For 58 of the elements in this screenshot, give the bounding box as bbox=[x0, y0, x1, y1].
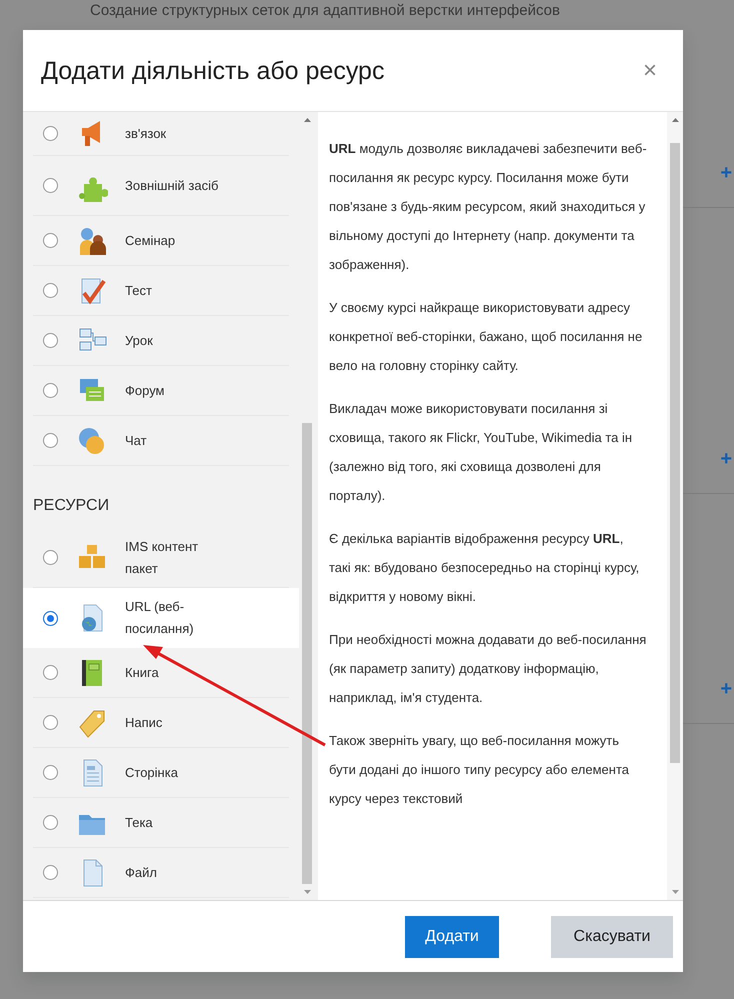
list-item[interactable]: Тест bbox=[33, 266, 289, 316]
radio-button[interactable] bbox=[43, 126, 58, 141]
scroll-down-icon[interactable] bbox=[672, 890, 678, 894]
radio-button[interactable] bbox=[43, 815, 58, 830]
radio-button[interactable] bbox=[43, 550, 58, 565]
item-label: IMS контент пакет bbox=[125, 538, 200, 578]
item-label: зв'язок bbox=[125, 124, 166, 142]
radio-button[interactable] bbox=[43, 233, 58, 248]
list-item[interactable]: Урок bbox=[33, 316, 289, 366]
item-label: Книга bbox=[125, 664, 159, 682]
list-item[interactable]: Сторінка bbox=[33, 748, 289, 798]
radio-button[interactable] bbox=[43, 383, 58, 398]
radio-button[interactable] bbox=[43, 765, 58, 780]
radio-button[interactable] bbox=[43, 665, 58, 680]
description-paragraph: URL модуль дозволяє викладачеві забезпечити веб-посилання як ресурс курсу. Посилання може бути пов'язане з будь-яким ресурсом, який знаходиться у вільному доступі до Інтернету (напр. документи та зображення). bbox=[329, 140, 647, 274]
description-paragraph: У своєму курсі найкраще використовувати адресу конкретної веб-сторінки, бажано, щоб посилання не вело на головну сторінку сайту. bbox=[329, 299, 644, 375]
list-item[interactable]: Напис bbox=[33, 698, 289, 748]
radio-button[interactable] bbox=[43, 283, 58, 298]
item-label: Урок bbox=[125, 332, 153, 350]
scrollbar-thumb[interactable] bbox=[670, 143, 680, 764]
item-label: URL (веб-посилання) bbox=[125, 598, 195, 638]
radio-button[interactable] bbox=[43, 610, 58, 626]
add-button[interactable]: Додати bbox=[405, 916, 499, 958]
list-item[interactable]: зв'язок bbox=[33, 112, 289, 156]
list-item[interactable]: Файл bbox=[33, 848, 289, 898]
item-label: Зовнішній засіб bbox=[125, 176, 218, 194]
background-heading: Создание структурных сеток для адаптивной верстки интерфейсов bbox=[89, 1, 561, 21]
description-paragraph: Також зверніть увагу, що веб-посилання можуть бути додані до іншого типу ресурсу або елемента курсу через текстовий bbox=[329, 732, 630, 808]
item-label: Семінар bbox=[125, 232, 176, 250]
item-label: Чат bbox=[125, 432, 147, 450]
close-button[interactable]: × bbox=[638, 58, 661, 82]
description-paragraph: При необхідності можна додавати до веб-посилання (як параметр запиту) додаткову інформацію, наприклад, ім'я студента. bbox=[329, 631, 647, 707]
radio-button[interactable] bbox=[43, 433, 58, 448]
radio-button[interactable] bbox=[43, 178, 58, 193]
list-item[interactable]: Форум bbox=[33, 366, 289, 416]
scroll-down-icon[interactable] bbox=[304, 890, 310, 894]
description-paragraph: Викладач може використовувати посилання зі сховища, такого як Flickr, YouTube, Wikimedia та ін (залежно від того, які сховища дозволені для порталу). bbox=[329, 400, 634, 505]
scrollbar-thumb[interactable] bbox=[302, 422, 312, 884]
list-item[interactable]: Чат bbox=[33, 416, 289, 466]
list-item[interactable]: Семінар bbox=[33, 216, 289, 266]
item-label: Форум bbox=[125, 382, 164, 400]
selected-list-item[interactable]: URL (веб-посилання) bbox=[23, 588, 299, 648]
radio-button[interactable] bbox=[43, 333, 58, 348]
scroll-up-icon[interactable] bbox=[672, 118, 678, 122]
item-label: Напис bbox=[125, 714, 162, 732]
item-label: Файл bbox=[125, 864, 157, 882]
item-label: Тека bbox=[125, 814, 153, 832]
list-item[interactable]: Тека bbox=[33, 798, 289, 848]
radio-button[interactable] bbox=[43, 715, 58, 730]
section-heading: РЕСУРСИ bbox=[33, 496, 110, 516]
scroll-up-icon[interactable] bbox=[304, 118, 310, 122]
item-label: Сторінка bbox=[125, 764, 178, 782]
modal-title: Додати діяльність або ресурс bbox=[41, 56, 384, 86]
item-label: Тест bbox=[125, 282, 152, 300]
list-item[interactable]: Зовнішній засіб bbox=[33, 156, 289, 216]
cancel-button[interactable]: Скасувати bbox=[551, 916, 673, 958]
description-paragraph: Є декілька варіантів відображення ресурсу URL, такі як: вбудовано безпосередньо на сторінці курсу, відкриття у новому вікні. bbox=[329, 530, 640, 606]
radio-button[interactable] bbox=[43, 865, 58, 880]
